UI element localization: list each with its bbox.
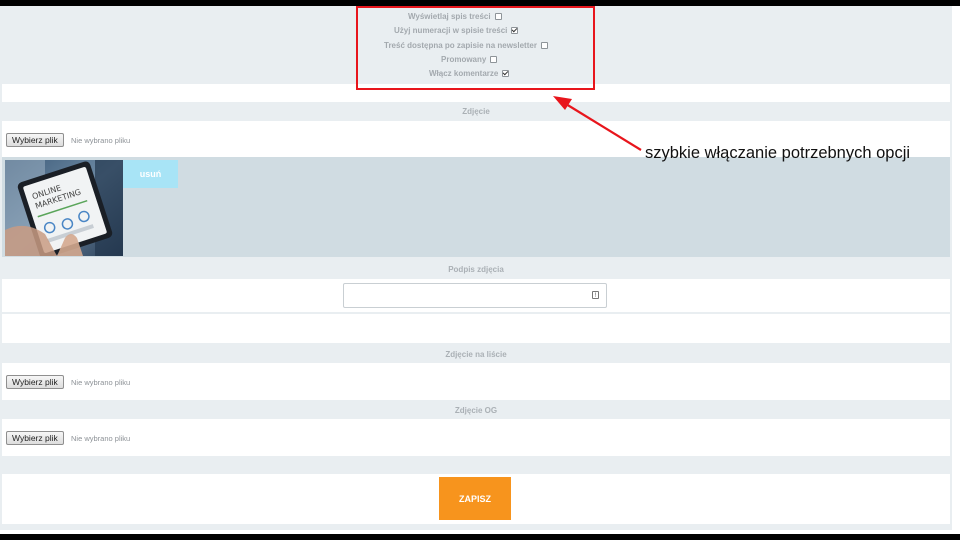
info-icon[interactable]: ! — [592, 291, 599, 299]
og-photo-file-button[interactable]: Wybierz plik — [6, 431, 64, 445]
photo-label: Zdjęcie — [462, 107, 490, 116]
list-photo-row — [2, 363, 950, 400]
save-button[interactable]: ZAPISZ — [439, 477, 511, 520]
spacer-band-2 — [2, 314, 950, 343]
caption-label: Podpis zdjęcia — [448, 265, 504, 274]
og-photo-row — [2, 419, 950, 456]
remove-photo-button[interactable]: usuń — [123, 160, 178, 188]
caption-input[interactable]: ! — [343, 283, 607, 308]
list-photo-label: Zdjęcie na liście — [445, 350, 507, 359]
highlight-box — [356, 6, 595, 90]
og-photo-label: Zdjęcie OG — [454, 406, 498, 415]
photo-thumbnail: ONLINE MARKETING — [5, 160, 123, 256]
bottom-black-bar — [0, 534, 960, 540]
photo-file-status: Nie wybrano pliku — [71, 136, 131, 145]
list-photo-file-status: Nie wybrano pliku — [71, 378, 131, 387]
list-photo-file-button[interactable]: Wybierz plik — [6, 375, 64, 389]
annotation-text: szybkie włączanie potrzebnych opcji — [645, 144, 911, 162]
photo-file-button[interactable]: Wybierz plik — [6, 133, 64, 147]
og-photo-file-status: Nie wybrano pliku — [71, 434, 131, 443]
photo-preview-area: ONLINE MARKETING usuń — [2, 157, 950, 257]
